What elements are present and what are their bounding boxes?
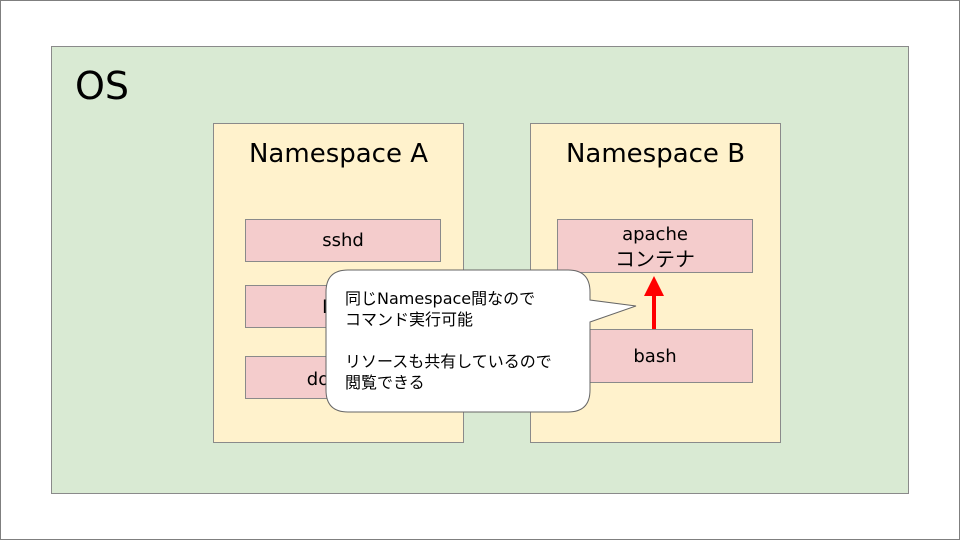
callout-line-2: コマンド実行可能 bbox=[345, 310, 474, 329]
callout-line-4: 閲覧できる bbox=[345, 373, 425, 392]
callout-line-1: 同じNamespace間なので bbox=[345, 289, 536, 308]
speech-bubble-text: 同じNamespace間なので コマンド実行可能 リソースも共有しているので 閲… bbox=[345, 288, 585, 393]
callout-line-3: リソースも共有しているので bbox=[345, 352, 552, 371]
speech-bubble bbox=[325, 269, 637, 413]
